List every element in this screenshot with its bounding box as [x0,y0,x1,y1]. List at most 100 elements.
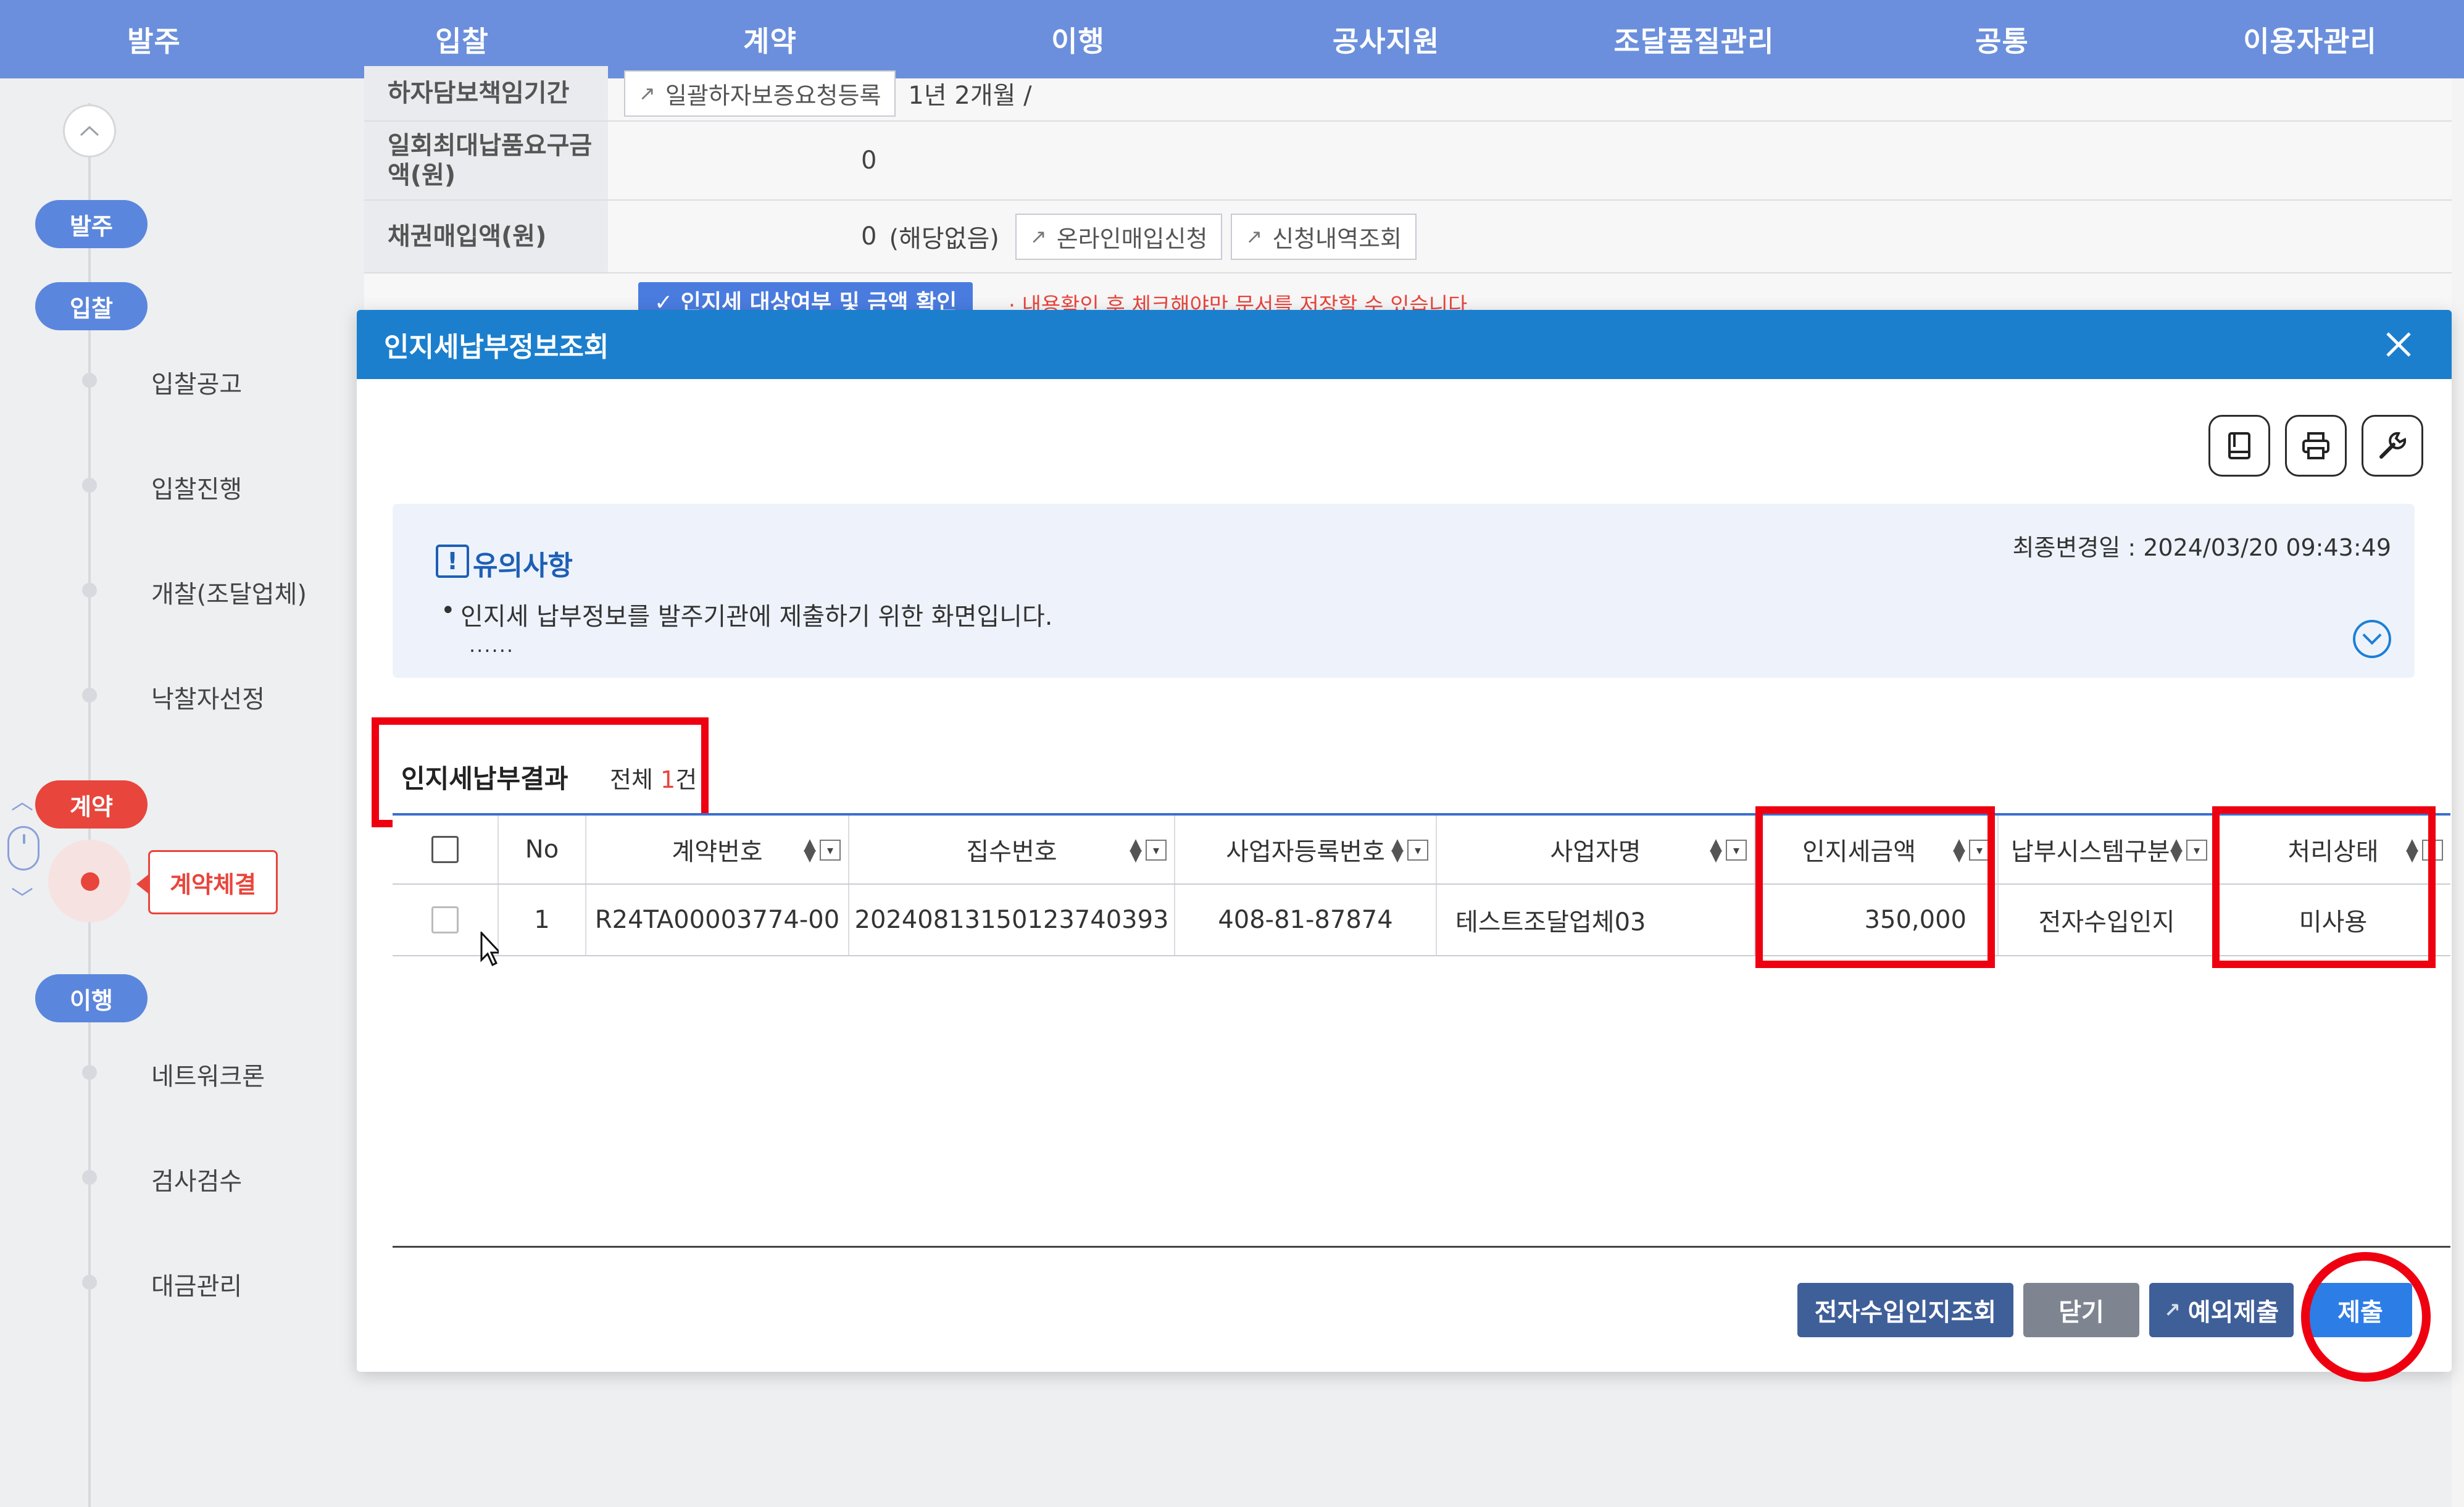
column-label: 사업자명 [1550,838,1641,866]
timeline-dot [82,373,97,388]
sidebar-item-network-loan[interactable]: 네트워크론 [151,1056,265,1092]
header-no: No [499,816,586,883]
external-link-icon: ↗ [2163,1298,2181,1322]
row-note: (해당없음) [889,225,999,253]
batch-warranty-button[interactable]: ↗ 일괄하자보증요청등록 [624,70,896,117]
notice-title: 유의사항 [473,550,573,582]
cell-no: 1 [499,885,586,955]
button-label: 일괄하자보증요청등록 [665,81,881,109]
cell-biz-reg-no: 408-81-87874 [1175,885,1437,955]
form-row-warranty: 하자담보책임기간 ↗ 일괄하자보증요청등록 1년 2개월 / [364,66,2464,122]
sidebar-item-bid-opening[interactable]: 개찰(조달업체) [151,574,307,610]
row-checkbox[interactable] [431,906,459,933]
column-label: 사업자등록번호 [1226,838,1385,866]
stage-contract[interactable]: 계약 [35,780,148,829]
sidebar-item-payment[interactable]: 대금관리 [151,1266,242,1302]
column-label: No [525,835,559,864]
background-contract-form: 하자담보책임기간 ↗ 일괄하자보증요청등록 1년 2개월 / 일회최대납품요구금액… [364,66,2464,319]
stamp-tax-modal: 인지세납부정보조회 ! 유의사항 인지세 납부정보를 발주기관에 제출하기 위한… [357,310,2452,1372]
scroll-up-icon[interactable] [63,104,116,157]
notice-text: 인지세 납부정보를 발주기관에 제출하기 위한 화면입니다. [441,596,1052,632]
filter-dropdown-icon[interactable]: ▾ [820,840,841,861]
column-label: 계약번호 [672,838,763,866]
grid-bottom-line [393,1246,2450,1248]
header-biz-reg-no[interactable]: 사업자등록번호 ▲ ▼ ▾ [1175,816,1437,883]
form-row-max-delivery: 일회최대납품요구금액(원) 0 [364,122,2464,201]
header-biz-name[interactable]: 사업자명 ▲ ▼ ▾ [1437,816,1755,883]
stage-execution[interactable]: 이행 [35,974,148,1022]
filter-dropdown-icon[interactable]: ▾ [1726,840,1747,861]
sort-filter-control[interactable]: ▲ ▼ ▾ [2170,837,2207,864]
cell-contract-no: R24TA00003774-00 [586,885,849,955]
row-label: 하자담보책임기간 [364,66,608,120]
external-link-icon: ↗ [1246,225,1263,248]
header-checkbox-cell [393,816,499,883]
sidebar-item-winner-selection[interactable]: 낙찰자선정 [151,679,265,715]
stage-order[interactable]: 발주 [35,200,148,248]
modal-header: 인지세납부정보조회 [357,310,2452,379]
sort-icon[interactable]: ▲ ▼ [1130,837,1142,864]
header-payment-system[interactable]: 납부시스템구분 ▲ ▼ ▾ [1999,816,2216,883]
sort-filter-control[interactable]: ▲ ▼ ▾ [1391,837,1428,864]
chevron-up-icon[interactable]: ︿ [11,783,33,816]
timeline-dot [82,688,97,703]
timeline-dot [82,1170,97,1185]
sidebar-item-contract-signing[interactable]: 계약체결 [136,850,278,914]
wrench-icon[interactable] [2362,415,2423,477]
request-history-button[interactable]: ↗ 신청내역조회 [1231,213,1417,260]
exception-submit-button[interactable]: ↗ 예외제출 [2149,1283,2294,1337]
filter-dropdown-icon[interactable]: ▾ [1146,840,1167,861]
sidebar-item-bid-notice[interactable]: 입찰공고 [151,364,242,400]
column-label: 납부시스템구분 [2011,838,2170,866]
form-row-bond-purchase: 채권매입액(원) 0 (해당없음) ↗ 온라인매입신청 ↗ 신청내역조회 [364,201,2464,273]
stage-bid[interactable]: 입찰 [35,282,148,330]
grid-header-row: No 계약번호 ▲ ▼ ▾ 집수번호 ▲ ▼ ▾ 사업자등록번호 ▲ ▼ ▾ 사업자명 ▲ ▼… [393,816,2450,885]
sort-icon[interactable]: ▲ ▼ [1710,837,1722,864]
chevron-down-icon[interactable]: ﹀ [11,881,33,913]
stamp-tax-grid: No 계약번호 ▲ ▼ ▾ 집수번호 ▲ ▼ ▾ 사업자등록번호 ▲ ▼ ▾ 사업자명 ▲ ▼… [393,813,2450,967]
row-label: 일회최대납품요구금액(원) [364,122,608,199]
filter-dropdown-icon[interactable]: ▾ [1407,840,1428,861]
close-icon[interactable] [2380,326,2417,363]
table-row[interactable]: 1 R24TA00003774-00 20240813150123740393 … [393,885,2450,967]
sort-filter-control[interactable]: ▲ ▼ ▾ [1130,837,1167,864]
sort-icon[interactable]: ▲ ▼ [804,837,816,864]
modal-title: 인지세납부정보조회 [384,332,609,363]
sort-icon[interactable]: ▲ ▼ [1391,837,1404,864]
cell-payment-system: 전자수입인지 [1999,885,2216,955]
highlight-box [2212,806,2436,968]
filter-dropdown-icon[interactable]: ▾ [2186,840,2207,861]
highlight-box [372,717,709,827]
row-value: 0 [861,222,877,251]
close-button[interactable]: 닫기 [2023,1283,2139,1337]
highlight-circle [2301,1252,2431,1382]
row-checkbox-cell [393,885,502,967]
nav-order[interactable]: 발주 [0,0,308,78]
sort-filter-control[interactable]: ▲ ▼ ▾ [804,837,841,864]
row-label: 채권매입액(원) [364,201,608,272]
online-purchase-button[interactable]: ↗ 온라인매입신청 [1015,213,1223,260]
alert-icon: ! [436,545,469,578]
timeline-dot [82,478,97,493]
sort-filter-control[interactable]: ▲ ▼ ▾ [1710,837,1747,864]
manual-book-icon[interactable] [2208,415,2270,477]
row-value: 0 [861,146,877,175]
header-contract-no[interactable]: 계약번호 ▲ ▼ ▾ [586,816,849,883]
button-label: 예외제출 [2187,1298,2279,1327]
active-step-dot [81,872,99,891]
sidebar-item-inspection[interactable]: 검사검수 [151,1161,242,1197]
expand-chevron-icon[interactable] [2353,620,2391,658]
external-link-icon: ↗ [639,81,656,105]
sort-icon[interactable]: ▲ ▼ [2170,837,2183,864]
row-value: 1년 2개월 / [908,81,1032,110]
print-icon[interactable] [2285,415,2347,477]
cell-receipt-no: 20240813150123740393 [849,885,1175,955]
header-receipt-no[interactable]: 집수번호 ▲ ▼ ▾ [849,816,1175,883]
page-right-edge [2452,78,2464,1507]
sidebar-item-bid-progress[interactable]: 입찰진행 [151,469,242,505]
process-sidebar: 발주 입찰 입찰공고 입찰진행 개찰(조달업체) 낙찰자선정 ︿ ﹀ 계약 계약… [0,78,358,1507]
stamp-lookup-button[interactable]: 전자수입인지조회 [1797,1283,2013,1337]
select-all-checkbox[interactable] [431,836,459,863]
cell-biz-name: 테스트조달업체03 [1437,885,1755,955]
timeline-dot [82,1275,97,1290]
